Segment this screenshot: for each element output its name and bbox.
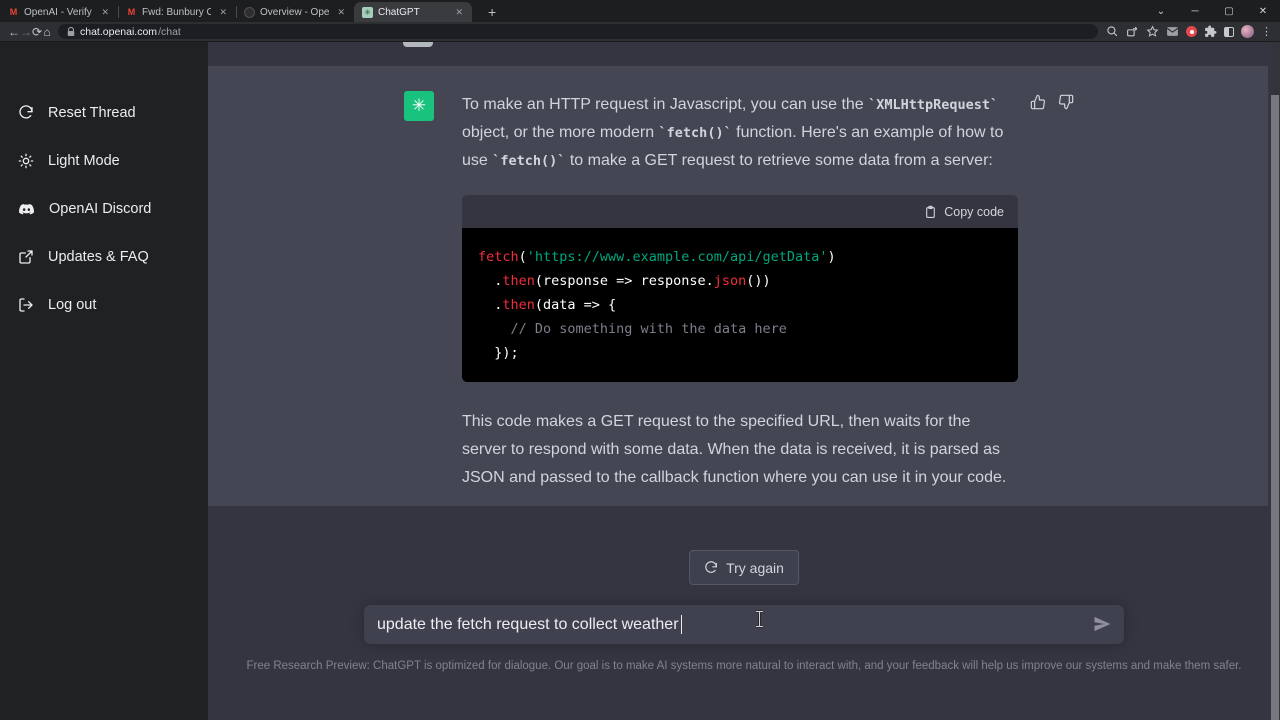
extensions-puzzle-icon[interactable] <box>1204 25 1217 38</box>
reload-icon[interactable]: ⟳ <box>32 25 42 39</box>
code-block: Copy code fetch('https://www.example.com… <box>462 195 1018 382</box>
chat-input[interactable]: update the fetch request to collect weat… <box>364 605 1124 644</box>
reset-icon <box>19 105 33 119</box>
user-avatar-partial <box>403 42 433 47</box>
url-host: chat.openai.com <box>80 25 158 38</box>
back-icon[interactable]: ← <box>8 25 20 39</box>
browser-toolbar: ← → ⟳ ⌂ chat.openai.com/chat ⋮ <box>0 22 1280 42</box>
copy-code-button[interactable]: Copy code <box>944 198 1004 226</box>
minimize-button[interactable]: ─ <box>1178 0 1212 22</box>
clipboard-icon <box>926 205 936 218</box>
tab-title: Fwd: Bunbury Cleaning // Web C <box>142 6 212 18</box>
openai-dark-icon <box>244 6 255 18</box>
gmail-icon: M <box>9 6 18 17</box>
inline-code: `fetch()` <box>658 125 732 141</box>
tab-chatgpt[interactable]: ✳ ChatGPT ✕ <box>354 2 472 22</box>
assistant-message-row: ✳ To make an HTTP request in Javascript,… <box>208 66 1268 506</box>
close-window-button[interactable]: ✕ <box>1246 0 1280 22</box>
assistant-paragraph-2: This code makes a GET request to the spe… <box>462 413 1007 486</box>
try-again-button[interactable]: Try again <box>689 550 799 585</box>
chat-main: ✳ To make an HTTP request in Javascript,… <box>208 42 1280 720</box>
sidebar-item-label: OpenAI Discord <box>49 201 152 217</box>
chatgpt-avatar: ✳ <box>404 91 434 121</box>
chatgpt-page: Reset Thread Light Mode OpenAI Discord U… <box>0 42 1280 720</box>
inline-code: `XMLHttpRequest` <box>868 97 999 113</box>
ibeam-cursor <box>756 610 763 628</box>
sidebar-item-label: Log out <box>48 297 97 313</box>
sidebar-item-log-out[interactable]: Log out <box>8 284 200 326</box>
thumbs-up-icon[interactable] <box>1030 94 1046 110</box>
close-icon[interactable]: ✕ <box>98 6 112 19</box>
tab-gmail-verify[interactable]: M OpenAI - Verify your email - rail ✕ <box>0 2 118 22</box>
tab-title: ChatGPT <box>378 6 420 18</box>
paper-plane-icon <box>1094 616 1111 632</box>
tab-strip: M OpenAI - Verify your email - rail ✕ M … <box>0 0 1280 22</box>
contrast-extension-icon[interactable] <box>1224 26 1234 37</box>
code-content: fetch('https://www.example.com/api/getDa… <box>462 228 1018 382</box>
discord-icon <box>19 203 34 214</box>
sidebar-item-reset-thread[interactable]: Reset Thread <box>8 92 200 134</box>
message-feedback <box>1030 94 1074 110</box>
scrollbar-thumb[interactable] <box>1271 95 1279 720</box>
text-caret <box>680 615 683 634</box>
browser-menu-icon[interactable]: ⋮ <box>1261 25 1272 38</box>
chatgpt-icon: ✳ <box>362 6 373 18</box>
refresh-icon <box>705 560 717 573</box>
sidebar-item-updates-faq[interactable]: Updates & FAQ <box>8 236 200 278</box>
external-link-icon <box>19 250 33 264</box>
browser-window: M OpenAI - Verify your email - rail ✕ M … <box>0 0 1280 720</box>
share-icon[interactable] <box>1126 25 1139 38</box>
close-icon[interactable]: ✕ <box>216 6 230 19</box>
code-block-header: Copy code <box>462 195 1018 228</box>
sidebar: Reset Thread Light Mode OpenAI Discord U… <box>0 42 208 720</box>
red-extension-icon[interactable] <box>1186 26 1197 37</box>
chevron-down-icon[interactable]: ⌄ <box>1144 0 1178 22</box>
url-path: /chat <box>158 25 181 38</box>
forward-icon[interactable]: → <box>20 25 32 39</box>
chat-input-value: update the fetch request to collect weat… <box>377 615 679 633</box>
bookmark-star-icon[interactable] <box>1146 25 1159 38</box>
profile-avatar[interactable] <box>1241 25 1254 38</box>
new-tab-button[interactable]: + <box>482 2 502 22</box>
footer-disclaimer: Free Research Preview: ChatGPT is optimi… <box>246 660 1242 672</box>
assistant-paragraph-1: To make an HTTP request in Javascript, y… <box>462 96 1004 169</box>
sidebar-item-openai-discord[interactable]: OpenAI Discord <box>8 188 200 230</box>
try-again-label: Try again <box>726 559 784 576</box>
mail-extension-icon[interactable] <box>1166 25 1179 38</box>
window-controls: ⌄ ─ ▢ ✕ <box>1144 0 1280 22</box>
sidebar-item-label: Reset Thread <box>48 105 136 121</box>
address-bar[interactable]: chat.openai.com/chat <box>58 24 1098 39</box>
tab-title: Overview - OpenAI API <box>260 6 330 18</box>
home-icon[interactable]: ⌂ <box>42 25 52 39</box>
sun-icon <box>18 153 34 169</box>
sidebar-item-light-mode[interactable]: Light Mode <box>8 140 200 182</box>
zoom-icon[interactable] <box>1106 25 1119 38</box>
lock-icon <box>67 26 75 36</box>
thumbs-down-icon[interactable] <box>1058 94 1074 110</box>
inline-code: `fetch()` <box>492 153 566 169</box>
assistant-message: To make an HTTP request in Javascript, y… <box>462 91 1018 492</box>
sidebar-item-label: Updates & FAQ <box>48 249 149 265</box>
tab-title: OpenAI - Verify your email - rail <box>24 6 93 18</box>
sidebar-item-label: Light Mode <box>48 153 120 169</box>
toolbar-actions: ⋮ <box>1106 25 1272 38</box>
gmail-icon: M <box>127 6 136 17</box>
close-icon[interactable]: ✕ <box>452 6 466 19</box>
logout-icon <box>19 298 33 312</box>
user-message-row-partial <box>208 42 1268 66</box>
maximize-button[interactable]: ▢ <box>1212 0 1246 22</box>
tab-openai-api[interactable]: Overview - OpenAI API ✕ <box>236 2 354 22</box>
send-button[interactable] <box>1092 614 1112 639</box>
close-icon[interactable]: ✕ <box>334 6 348 19</box>
tab-gmail-fwd[interactable]: M Fwd: Bunbury Cleaning // Web C ✕ <box>118 2 236 22</box>
